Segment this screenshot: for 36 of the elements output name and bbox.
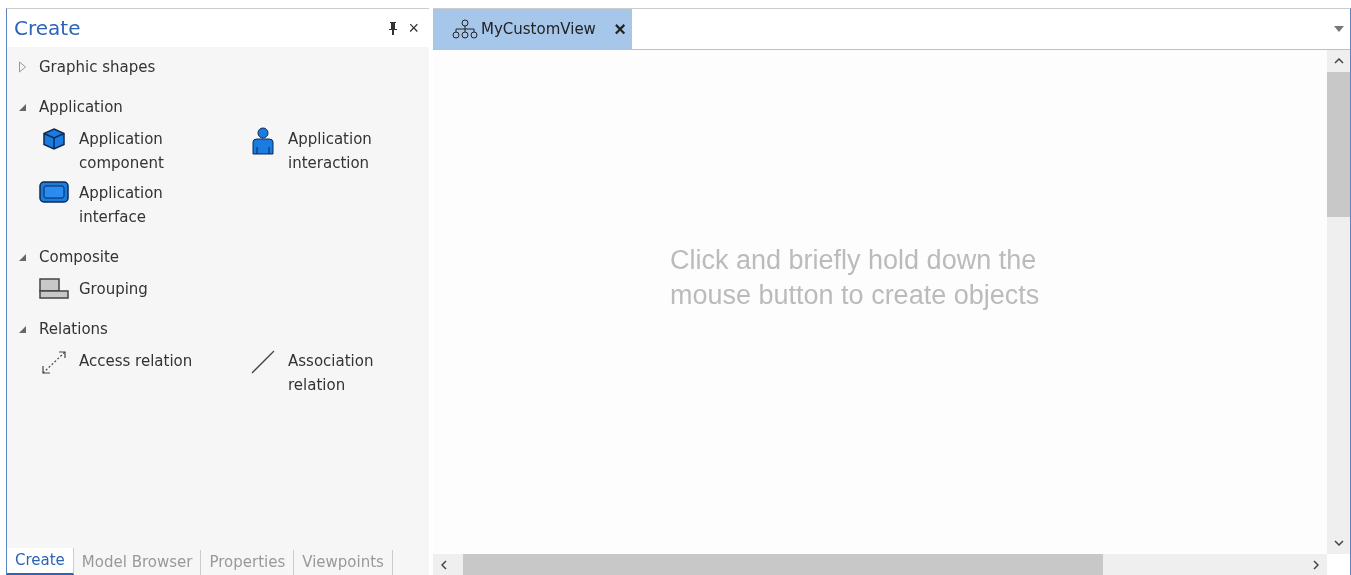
document-tab[interactable]: MyCustomView ×	[433, 9, 632, 49]
canvas-hint: Click and briefly hold down the mouse button to create objects	[670, 244, 1041, 312]
line-icon	[250, 349, 276, 375]
collapse-arrow-icon	[18, 102, 27, 112]
grouping-icon	[39, 277, 69, 299]
category-header[interactable]: Composite	[7, 237, 429, 277]
category-header[interactable]: Graphic shapes	[7, 47, 429, 87]
expand-arrow-icon	[18, 61, 27, 73]
dotted-arrow-icon	[40, 349, 68, 375]
palette-item[interactable]: Grouping	[39, 277, 248, 301]
close-button[interactable]: ×	[408, 17, 419, 39]
scroll-left-icon[interactable]	[441, 559, 447, 570]
category-header[interactable]: Relations	[7, 309, 429, 349]
palette-item[interactable]: Access relation	[39, 349, 248, 397]
cube-icon	[42, 127, 66, 151]
scroll-right-icon[interactable]	[1313, 559, 1319, 570]
horizontal-scrollbar[interactable]	[433, 554, 1327, 575]
collapse-arrow-icon	[18, 324, 27, 334]
palette-item[interactable]: Application interface	[39, 181, 248, 229]
collapse-arrow-icon	[18, 252, 27, 262]
category-header[interactable]: Application	[7, 87, 429, 127]
pin-icon[interactable]	[388, 21, 399, 35]
interface-icon	[39, 181, 69, 203]
hierarchy-icon	[451, 19, 479, 39]
close-tab-button[interactable]: ×	[614, 17, 626, 41]
tab-label: MyCustomView	[481, 20, 597, 38]
panel-title: Create	[14, 16, 82, 40]
scroll-down-icon[interactable]	[1333, 540, 1344, 546]
dropdown-icon[interactable]	[1334, 26, 1344, 32]
scroll-up-icon[interactable]	[1333, 58, 1344, 64]
palette-item[interactable]: Association relation	[248, 349, 418, 397]
palette-item[interactable]: Application interaction	[248, 127, 418, 175]
palette-item[interactable]: Application component	[39, 127, 248, 175]
person-icon	[251, 127, 275, 155]
vertical-scrollbar[interactable]	[1327, 50, 1350, 554]
panel-tab[interactable]: Create	[7, 548, 74, 575]
